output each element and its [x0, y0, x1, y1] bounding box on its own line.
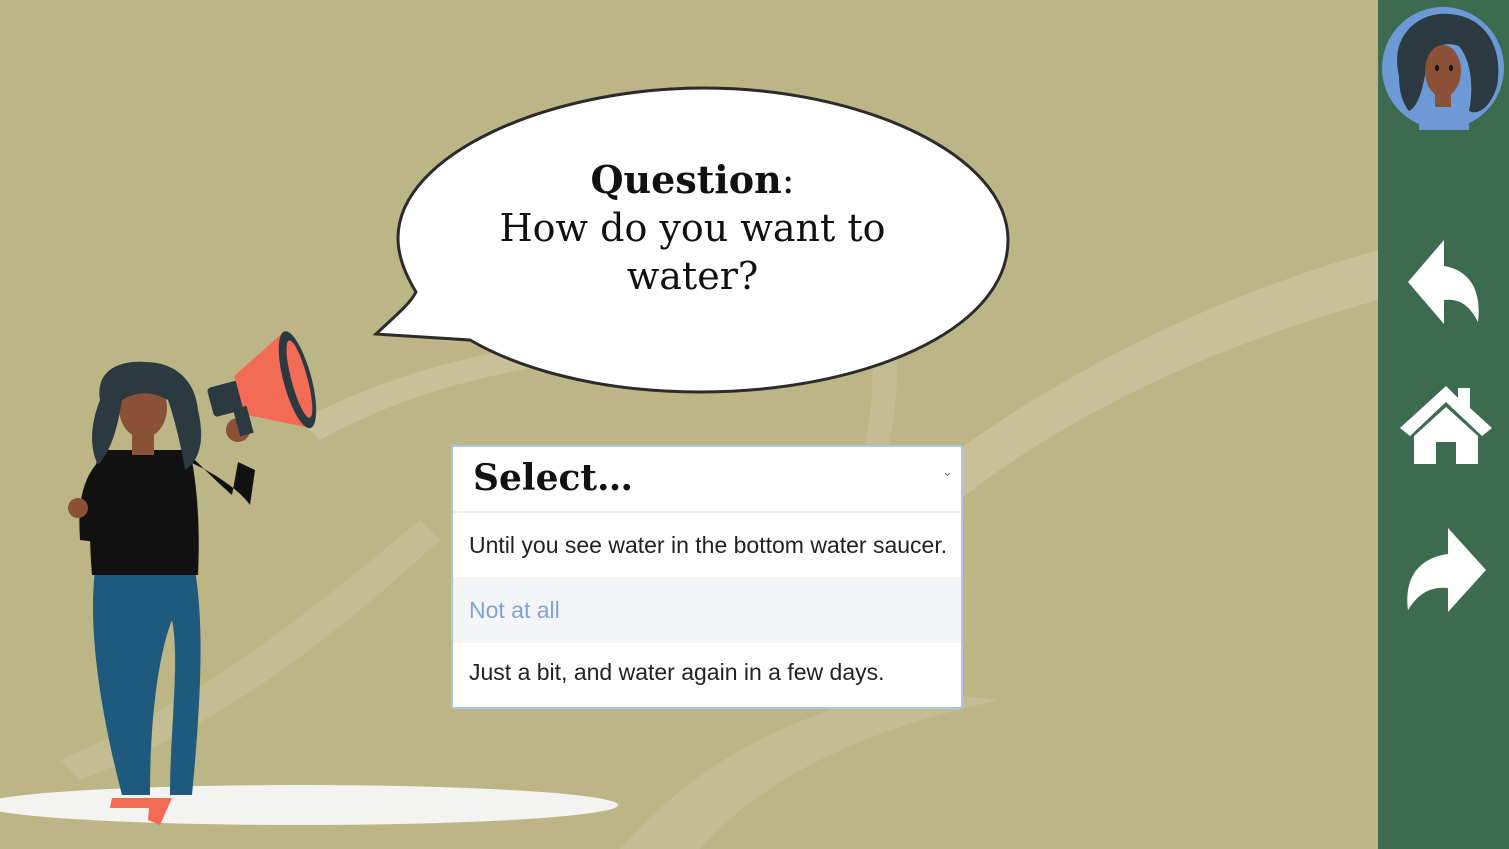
dropdown-option[interactable]: Until you see water in the bottom water … — [453, 513, 961, 577]
dropdown-option[interactable]: Not at all — [453, 577, 961, 643]
question-body: How do you want to water? — [499, 206, 886, 298]
chevron-down-icon: ⌄ — [942, 465, 953, 480]
avatar-woman-icon — [1382, 7, 1504, 130]
home-icon[interactable] — [1396, 380, 1496, 470]
answer-dropdown: Select… ⌄ Until you see water in the bot… — [451, 445, 963, 709]
select-placeholder: Select… — [473, 457, 634, 499]
woman-megaphone-illustration — [68, 331, 317, 825]
question-text: Question: How do you want to water? — [470, 156, 915, 300]
scene: Question: How do you want to water? Sele… — [0, 0, 1378, 849]
question-label: Question — [590, 157, 782, 202]
forward-arrow-icon[interactable] — [1402, 524, 1492, 614]
back-arrow-icon[interactable] — [1404, 236, 1484, 326]
select-box[interactable]: Select… ⌄ — [453, 447, 961, 513]
question-separator: : — [781, 158, 795, 202]
dropdown-option[interactable]: Just a bit, and water again in a few day… — [453, 643, 961, 707]
